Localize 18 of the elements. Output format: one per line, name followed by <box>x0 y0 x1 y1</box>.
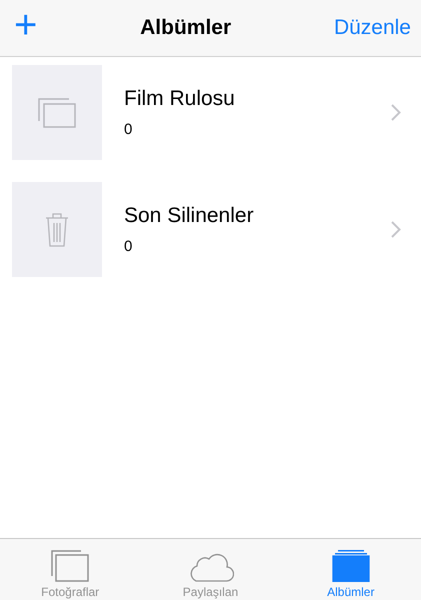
album-thumbnail[interactable] <box>12 182 102 277</box>
photo-stack-icon <box>38 98 76 128</box>
add-button[interactable]: + <box>14 5 38 51</box>
edit-button[interactable]: Düzenle <box>334 16 411 40</box>
chevron-icon <box>391 221 401 238</box>
trash-icon <box>45 212 69 246</box>
photo-count: 0 <box>124 238 134 255</box>
tab[interactable]: Fotoğraflar <box>15 550 126 599</box>
tab[interactable]: Albümler <box>296 550 406 599</box>
album-name[interactable]: Film Rulosu <box>124 87 391 111</box>
album-stack-icon <box>332 550 370 582</box>
photo-count: 0 <box>124 121 134 138</box>
chevron-icon <box>391 104 401 121</box>
album-thumbnail[interactable] <box>12 65 102 160</box>
album-name[interactable]: Son Silinenler <box>124 204 391 228</box>
photo-stack-icon <box>51 550 90 582</box>
page-title: Albümler <box>140 16 232 40</box>
tab[interactable]: Paylaşılan <box>155 552 266 599</box>
